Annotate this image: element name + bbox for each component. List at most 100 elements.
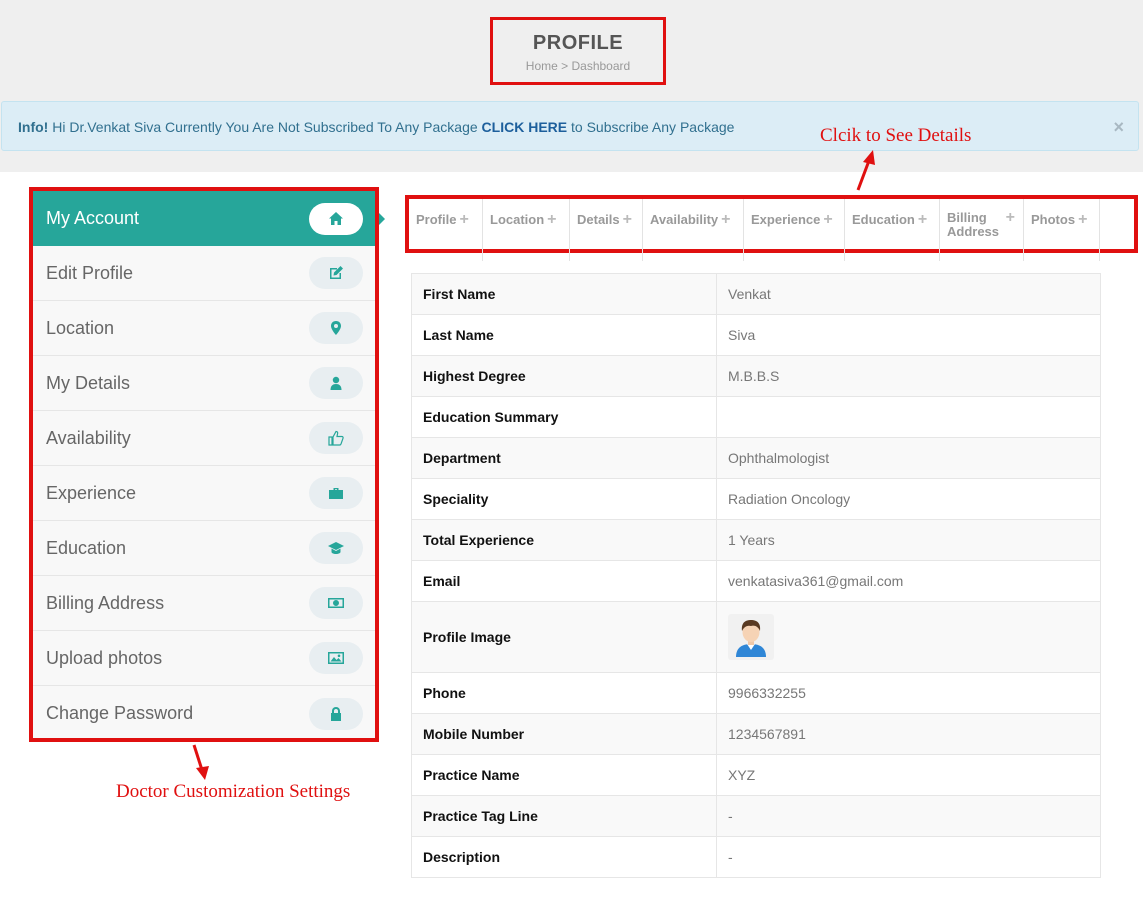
- user-icon: [309, 367, 363, 399]
- sidebar-item-label: My Details: [46, 372, 131, 393]
- table-row: Description -: [411, 836, 1101, 878]
- field-value: Siva: [716, 314, 1101, 356]
- sidebar-annotation-note: Doctor Customization Settings: [116, 781, 351, 802]
- field-value: 9966332255: [716, 672, 1101, 714]
- page-title: PROFILE: [532, 32, 624, 54]
- briefcase-icon: [309, 477, 363, 509]
- field-label: Practice Tag Line: [411, 795, 717, 837]
- plus-icon: +: [823, 211, 833, 228]
- plus-icon: +: [721, 211, 731, 228]
- tab-photos[interactable]: Photos +: [1024, 199, 1100, 261]
- field-label: Total Experience: [411, 519, 717, 561]
- subscribe-link[interactable]: CLICK HERE: [482, 119, 568, 135]
- user-avatar-icon: [736, 620, 766, 657]
- plus-icon: +: [917, 211, 928, 228]
- field-label: Department: [411, 437, 717, 479]
- tab-label: Education: [852, 212, 915, 227]
- field-value: -: [716, 795, 1101, 837]
- table-row: Total Experience 1 Years: [411, 519, 1101, 561]
- plus-icon: +: [622, 211, 632, 228]
- tab-details[interactable]: Details +: [570, 199, 643, 261]
- sidebar-item-upload-photos[interactable]: Upload photos: [33, 631, 375, 686]
- sidebar-item-billing-address[interactable]: Billing Address: [33, 576, 375, 631]
- sidebar-item-label: Experience: [46, 482, 137, 503]
- tab-availability[interactable]: Availability +: [643, 199, 744, 261]
- sidebar-annotation-arrow-icon: [192, 744, 209, 780]
- picture-icon: [309, 642, 363, 674]
- tab-experience[interactable]: Experience +: [744, 199, 845, 261]
- table-row: Education Summary: [411, 396, 1101, 438]
- breadcrumb[interactable]: Home > Dashboard: [493, 59, 663, 73]
- tab-label: Billing: [947, 210, 987, 225]
- sidebar-item-label: My Account: [46, 208, 140, 228]
- alert-message: Hi Dr.Venkat Siva Currently You Are Not …: [48, 119, 482, 135]
- table-row: Highest Degree M.B.B.S: [411, 355, 1101, 397]
- sidebar-item-my-details[interactable]: My Details: [33, 356, 375, 411]
- sidebar-item-label: Change Password: [46, 703, 194, 723]
- sidebar-item-label: Availability: [46, 427, 131, 448]
- table-row: First Name Venkat: [411, 273, 1101, 315]
- map-marker-icon: [309, 312, 363, 344]
- avatar[interactable]: [728, 614, 774, 660]
- field-value: Ophthalmologist: [716, 437, 1101, 479]
- sidebar-item-label: Billing Address: [46, 592, 165, 613]
- table-row: Practice Tag Line -: [411, 795, 1101, 837]
- title-highlight-box: PROFILE Home > Dashboard: [490, 17, 666, 85]
- field-value: Radiation Oncology: [716, 478, 1101, 520]
- table-row: Last Name Siva: [411, 314, 1101, 356]
- sidebar-item-experience[interactable]: Experience: [33, 466, 375, 521]
- sidebar-item-education[interactable]: Education: [33, 521, 375, 576]
- plus-icon: +: [459, 211, 469, 228]
- tab-label: Details: [577, 212, 620, 227]
- table-row: Practice Name XYZ: [411, 754, 1101, 796]
- field-value: 1234567891: [716, 713, 1101, 755]
- sidebar-item-my-account[interactable]: My Account: [33, 191, 385, 246]
- field-value: XYZ: [716, 754, 1101, 796]
- table-row: Email venkatasiva361@gmail.com: [411, 560, 1101, 602]
- active-caret-icon: [379, 213, 385, 225]
- plus-icon: +: [547, 211, 557, 228]
- table-row: Profile Image: [411, 601, 1101, 673]
- plus-icon: +: [1005, 209, 1015, 226]
- sidebar-item-label: Upload photos: [46, 647, 163, 668]
- tab-location[interactable]: Location +: [483, 199, 570, 261]
- field-label: Description: [411, 836, 717, 878]
- sidebar-item-label: Location: [46, 317, 115, 338]
- tab-profile[interactable]: Profile +: [409, 199, 483, 261]
- table-row: Speciality Radiation Oncology: [411, 478, 1101, 520]
- field-label: Mobile Number: [411, 713, 717, 755]
- plus-icon: +: [1078, 211, 1088, 228]
- field-label: Email: [411, 560, 717, 602]
- tab-education[interactable]: Education +: [845, 199, 940, 261]
- sidebar-menu: My Account Edit Profile Location My Deta…: [29, 187, 385, 742]
- tab-label: Experience: [751, 212, 821, 227]
- thumbs-up-icon: [309, 422, 363, 454]
- sidebar-item-change-password[interactable]: Change Password: [33, 686, 375, 741]
- field-label: Phone: [411, 672, 717, 714]
- money-icon: [309, 587, 363, 619]
- field-label: Last Name: [411, 314, 717, 356]
- field-label: First Name: [411, 273, 717, 315]
- tabs-annotation-note: Clcik to See Details: [820, 125, 972, 146]
- sidebar-item-location[interactable]: Location: [33, 301, 375, 356]
- field-value: M.B.B.S: [716, 355, 1101, 397]
- field-label: Speciality: [411, 478, 717, 520]
- alert-close-button[interactable]: ×: [1113, 102, 1124, 152]
- field-value: 1 Years: [716, 519, 1101, 561]
- field-value: -: [716, 836, 1101, 878]
- field-label: Practice Name: [411, 754, 717, 796]
- home-icon: [309, 202, 363, 235]
- field-label: Profile Image: [411, 601, 717, 673]
- lock-icon: [309, 697, 363, 730]
- table-row: Phone 9966332255: [411, 672, 1101, 714]
- field-label: Education Summary: [411, 396, 717, 438]
- alert-message-tail: to Subscribe Any Package: [567, 119, 735, 135]
- tab-billing-address[interactable]: Billing Address +: [940, 199, 1024, 261]
- field-label: Highest Degree: [411, 355, 717, 397]
- sidebar-item-label: Education: [46, 537, 127, 558]
- edit-icon: [309, 257, 363, 289]
- sidebar-item-edit-profile[interactable]: Edit Profile: [33, 246, 375, 301]
- sidebar-item-availability[interactable]: Availability: [33, 411, 375, 466]
- field-value: [716, 601, 1101, 673]
- table-row: Department Ophthalmologist: [411, 437, 1101, 479]
